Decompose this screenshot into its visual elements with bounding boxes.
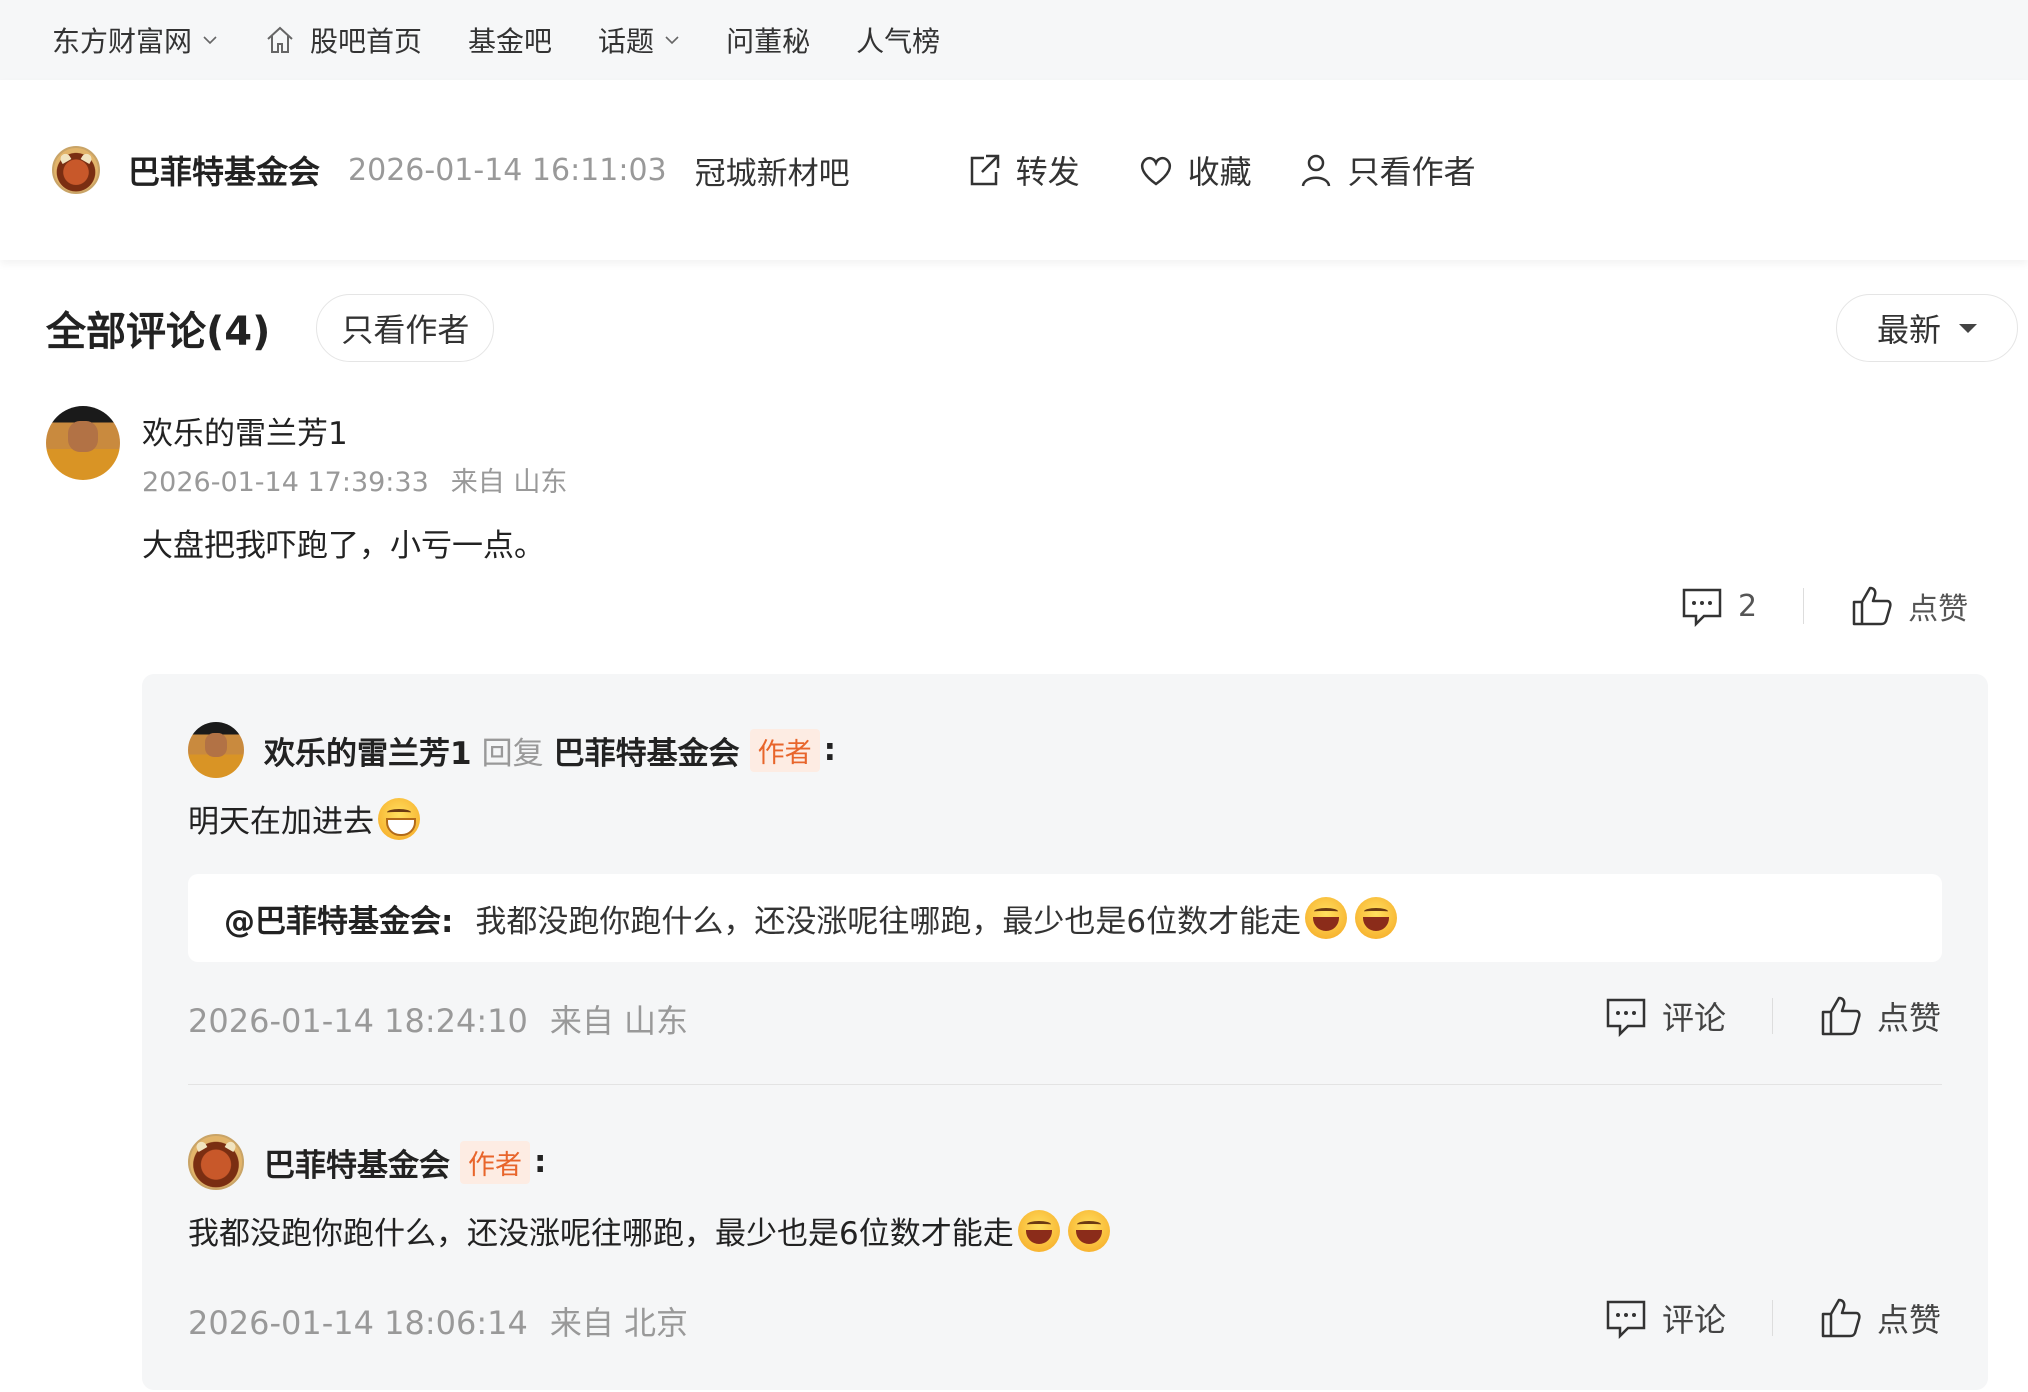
share-label: 转发 (1015, 153, 1080, 191)
nav-site-menu[interactable]: 东方财富网 (52, 20, 218, 60)
comment-label: 评论 (1662, 999, 1727, 1037)
commenter-name[interactable]: 欢乐的雷兰芳1 (142, 408, 348, 453)
nav-topics-label: 话题 (598, 25, 655, 58)
post-header: 巴菲特基金会 2026-01-14 16:11:03 冠城新材吧 转发 收藏 只… (0, 80, 2028, 260)
author-tag: 作者 (460, 1140, 530, 1184)
author-tag: 作者 (749, 728, 820, 772)
reply-word: 回复 (481, 735, 544, 772)
colon: : (823, 732, 836, 768)
comment-text: 大盘把我吓跑了，小亏一点。 (142, 528, 545, 564)
comment-icon (1682, 588, 1722, 628)
nav-home[interactable]: 股吧首页 (264, 20, 422, 60)
reply-count-button[interactable]: 2 (1680, 584, 1757, 628)
reply-text-content: 明天在加进去 (188, 804, 374, 840)
sort-label: 最新 (1876, 311, 1941, 349)
nav-topics-menu[interactable]: 话题 (598, 20, 680, 60)
comment-button[interactable]: 评论 (1604, 1295, 1726, 1341)
reply-header: 欢乐的雷兰芳1 回复 巴菲特基金会 作者 : (188, 722, 836, 778)
post-time: 2026-01-14 16:11:03 (348, 152, 667, 188)
only-author-filter-label: 只看作者 (341, 311, 470, 349)
reply-text: 我都没跑你跑什么，还没涨呢往哪跑，最少也是6位数才能走 (188, 1208, 1110, 1253)
like-button[interactable]: 点赞 (1819, 1295, 1941, 1341)
heart-icon (1140, 156, 1171, 186)
reply-time: 2026-01-14 18:24:10 (188, 1002, 528, 1040)
nav-fund-label: 基金吧 (468, 25, 553, 58)
chevron-down-icon (203, 36, 217, 45)
thumbs-up-icon (1821, 1298, 1861, 1338)
comment-actions: 2 点赞 (1680, 584, 2018, 628)
reply-avatar[interactable] (188, 1134, 244, 1190)
divider (1772, 1300, 1774, 1336)
reply-header: 巴菲特基金会 作者 : (188, 1134, 546, 1190)
nav-secretary[interactable]: 问董秘 (726, 20, 810, 60)
like-label: 点赞 (1908, 592, 1969, 627)
thumbs-up-icon (1852, 586, 1892, 626)
reply-actions: 评论 点赞 (1604, 992, 1944, 1040)
comments-header: 全部评论(4) 只看作者 (46, 294, 495, 362)
nav-fund[interactable]: 基金吧 (468, 20, 552, 60)
reply-divider (188, 1084, 1942, 1085)
share-icon (970, 154, 999, 186)
reply-time: 2026-01-14 18:06:14 (188, 1304, 528, 1342)
comment-label: 评论 (1662, 1301, 1727, 1339)
only-author-button[interactable]: 只看作者 (1296, 147, 1476, 193)
like-label: 点赞 (1877, 999, 1942, 1037)
nav-secretary-label: 问董秘 (726, 25, 811, 58)
nav-popular[interactable]: 人气榜 (856, 20, 940, 60)
quote-user[interactable]: @巴菲特基金会: (224, 896, 453, 941)
divider (1772, 998, 1774, 1034)
quote-text: 我都没跑你跑什么，还没涨呢往哪跑，最少也是6位数才能走 (475, 903, 1302, 940)
reply-meta: 2026-01-14 18:24:10 来自 山东 (188, 996, 688, 1042)
comment-icon (1606, 1300, 1646, 1340)
caret-down-icon (1959, 323, 1977, 333)
nav-site-label: 东方财富网 (52, 25, 193, 58)
comment-icon (1606, 998, 1646, 1038)
top-nav: 东方财富网 股吧首页 基金吧 话题 问董秘 人气榜 (0, 0, 2028, 80)
laugh-emoji-icon (1067, 1209, 1110, 1252)
reply-location: 来自 山东 (549, 1002, 689, 1040)
quoted-reply: @巴菲特基金会: 我都没跑你跑什么，还没涨呢往哪跑，最少也是6位数才能走 (188, 874, 1942, 962)
reply-text-content: 我都没跑你跑什么，还没涨呢往哪跑，最少也是6位数才能走 (188, 1216, 1014, 1252)
laugh-emoji-icon (1355, 897, 1398, 939)
comment-time: 2026-01-14 17:39:33 (142, 467, 429, 498)
share-button[interactable]: 转发 (964, 147, 1080, 193)
reply-user[interactable]: 巴菲特基金会 (264, 1140, 450, 1185)
thumbs-up-icon (1821, 996, 1861, 1036)
favorite-label: 收藏 (1187, 153, 1252, 191)
like-button[interactable]: 点赞 (1819, 993, 1941, 1039)
like-label: 点赞 (1877, 1301, 1942, 1339)
nav-popular-label: 人气榜 (856, 25, 941, 58)
reply-actions: 评论 点赞 (1604, 1294, 1944, 1342)
comment-location: 来自 山东 (450, 467, 568, 498)
reply-avatar[interactable] (188, 722, 244, 778)
sort-dropdown[interactable]: 最新 (1836, 294, 2018, 362)
user-icon (1301, 154, 1330, 187)
reply-meta: 2026-01-14 18:06:14 来自 北京 (188, 1298, 688, 1344)
divider (1803, 588, 1805, 624)
comment-button[interactable]: 评论 (1604, 993, 1726, 1039)
grin-emoji-icon (378, 797, 420, 840)
reply-user[interactable]: 欢乐的雷兰芳1 (264, 728, 472, 773)
chevron-down-icon (665, 36, 679, 45)
laugh-emoji-icon (1017, 1209, 1060, 1252)
only-author-filter-button[interactable]: 只看作者 (316, 294, 495, 362)
reply-text: 明天在加进去 (188, 796, 420, 841)
comment-meta: 2026-01-14 17:39:33 来自 山东 (142, 460, 567, 499)
comments-title: 全部评论(4) (46, 309, 271, 355)
reply-count: 2 (1738, 588, 1758, 624)
colon: : (534, 1144, 547, 1180)
home-icon (267, 26, 293, 53)
author-avatar[interactable] (52, 146, 100, 194)
commenter-avatar[interactable] (46, 406, 120, 480)
laugh-emoji-icon (1305, 897, 1348, 939)
only-author-label: 只看作者 (1347, 153, 1476, 191)
like-button[interactable]: 点赞 (1850, 584, 1968, 628)
reply-location: 来自 北京 (549, 1304, 689, 1342)
favorite-button[interactable]: 收藏 (1136, 147, 1252, 193)
post-author[interactable]: 巴菲特基金会 (128, 147, 320, 193)
reply-thread: 欢乐的雷兰芳1 回复 巴菲特基金会 作者 : 明天在加进去 @巴菲特基金会: 我… (142, 674, 1988, 1390)
post-bar-link[interactable]: 冠城新材吧 (695, 148, 850, 193)
nav-home-label: 股吧首页 (310, 25, 423, 58)
reply-target[interactable]: 巴菲特基金会 (554, 728, 740, 773)
